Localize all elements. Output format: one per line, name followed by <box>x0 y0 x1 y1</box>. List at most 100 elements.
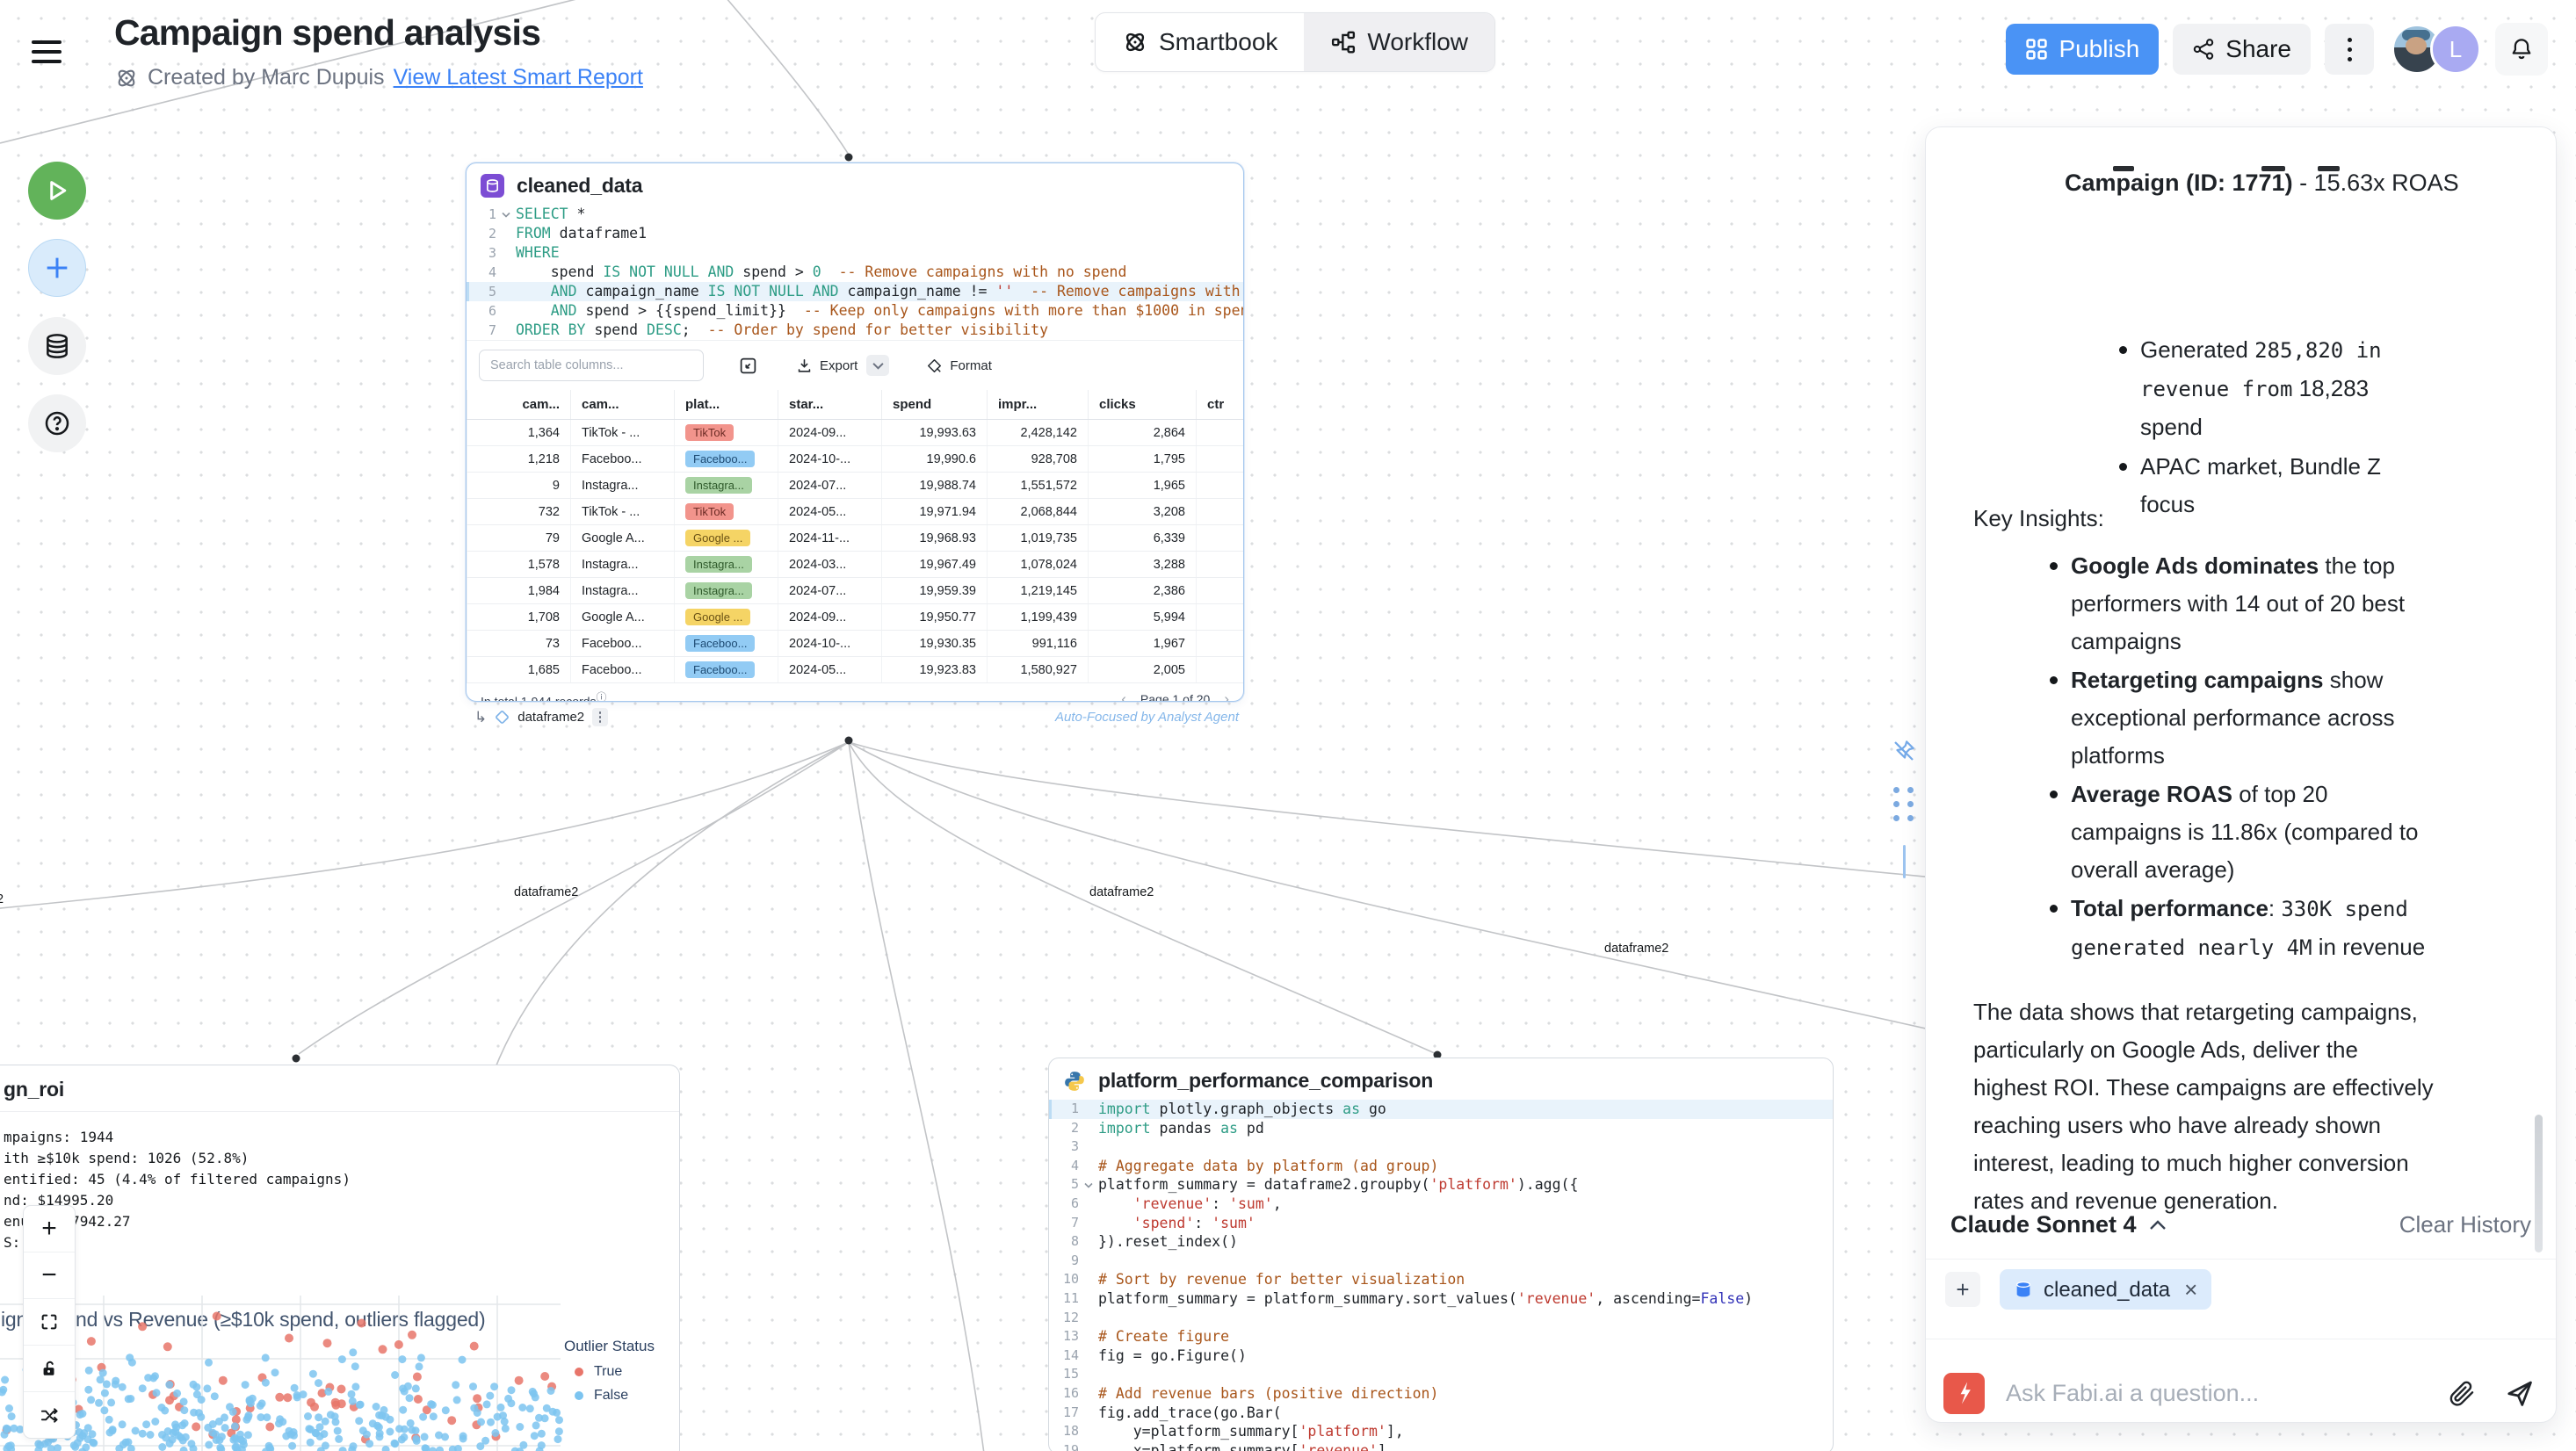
code-line[interactable]: 2import pandas as pd <box>1049 1119 1833 1138</box>
column-header[interactable]: cam... <box>571 390 675 420</box>
unpin-icon[interactable] <box>1891 738 1917 764</box>
fit-view-button[interactable] <box>24 1298 75 1345</box>
result-table[interactable]: cam...cam...plat...star...spendimpr...cl… <box>467 390 1244 683</box>
table-row[interactable]: 9Instagra...Instagra...2024-07...19,988.… <box>467 473 1244 499</box>
search-table-columns-input[interactable] <box>479 350 704 381</box>
table-cell: Faceboo... <box>571 631 675 657</box>
clear-history-button[interactable]: Clear History <box>2399 1206 2531 1244</box>
column-header[interactable]: plat... <box>675 390 778 420</box>
code-line[interactable]: 2FROM dataframe1 <box>467 224 1243 243</box>
code-line[interactable]: 4# Aggregate data by platform (ad group) <box>1049 1157 1833 1176</box>
table-row[interactable]: 1,364TikTok - ...TikTok2024-09...19,993.… <box>467 420 1244 446</box>
notifications-button[interactable] <box>2495 23 2548 76</box>
add-node-button[interactable] <box>28 239 86 297</box>
python-editor[interactable]: 1import plotly.graph_objects as go2impor… <box>1049 1100 1833 1451</box>
send-button[interactable] <box>2500 1374 2538 1412</box>
code-line[interactable]: 6 'revenue': 'sum', <box>1049 1195 1833 1214</box>
table-cell: 2,386 <box>1089 578 1197 604</box>
node-cleaned-data[interactable]: cleaned_data 1SELECT *2FROM dataframe13W… <box>466 162 1244 702</box>
next-page-chevron[interactable]: › <box>1224 690 1229 702</box>
table-row[interactable]: 1,578Instagra...Instagra...2024-03...19,… <box>467 552 1244 578</box>
output-options-icon[interactable] <box>592 708 608 726</box>
code-line[interactable]: 5platform_summary = dataframe2.groupby('… <box>1049 1175 1833 1195</box>
avatar[interactable]: L <box>2430 24 2481 75</box>
menu-icon[interactable] <box>32 39 65 65</box>
attach-file-button[interactable] <box>2443 1375 2480 1411</box>
table-row[interactable]: 1,685Faceboo...Faceboo...2024-05...19,92… <box>467 657 1244 683</box>
code-line[interactable]: 10# Sort by revenue for better visualiza… <box>1049 1270 1833 1289</box>
table-cell: 19,990.6 <box>882 446 988 473</box>
context-chip-cleaned-data[interactable]: cleaned_data × <box>2000 1269 2211 1310</box>
table-row[interactable]: 73Faceboo...Faceboo...2024-10-...19,930.… <box>467 631 1244 657</box>
column-header[interactable]: spend <box>882 390 988 420</box>
export-options-chevron[interactable] <box>866 355 889 376</box>
view-smart-report-link[interactable]: View Latest Smart Report <box>394 65 643 90</box>
code-line[interactable]: 15 <box>1049 1365 1833 1384</box>
code-line[interactable]: 4 spend IS NOT NULL AND spend > 0 -- Rem… <box>467 263 1243 282</box>
data-sources-button[interactable] <box>28 317 86 375</box>
code-line[interactable]: 16# Add revenue bars (positive direction… <box>1049 1384 1833 1404</box>
legend-item-true[interactable]: True <box>564 1364 655 1380</box>
node-campaign-roi[interactable]: gn_roi mpaigns: 1944 ith ≥$10k spend: 10… <box>0 1065 680 1451</box>
code-line[interactable]: 11platform_summary = platform_summary.so… <box>1049 1289 1833 1309</box>
column-header[interactable]: impr... <box>988 390 1089 420</box>
code-line[interactable]: 7ORDER BY spend DESC; -- Order by spend … <box>467 321 1243 340</box>
code-line[interactable]: 9 <box>1049 1252 1833 1271</box>
share-button[interactable]: Share <box>2173 24 2311 75</box>
zoom-out-button[interactable]: − <box>24 1252 75 1298</box>
sql-editor[interactable]: 1SELECT *2FROM dataframe13WHERE4 spend I… <box>467 205 1243 340</box>
code-line[interactable]: 1import plotly.graph_objects as go <box>1049 1100 1833 1119</box>
panel-scrollbar[interactable] <box>2535 1115 2543 1252</box>
chip-label: cleaned_data <box>2044 1271 2170 1309</box>
zoom-in-button[interactable]: + <box>24 1206 75 1252</box>
column-header[interactable]: ctr <box>1197 390 1244 420</box>
column-header[interactable]: clicks <box>1089 390 1197 420</box>
code-line[interactable]: 6 AND spend > {{spend_limit}} -- Keep on… <box>467 301 1243 321</box>
chip-close-icon[interactable]: × <box>2184 1271 2197 1309</box>
code-line[interactable]: 19 x=platform_summary['revenue'], <box>1049 1441 1833 1451</box>
output-dataframe-label[interactable]: dataframe2 <box>517 710 584 725</box>
table-cell: Instagra... <box>571 578 675 604</box>
legend-item-false[interactable]: False <box>564 1388 655 1404</box>
ask-question-input[interactable] <box>2004 1379 2424 1408</box>
table-cell: 1,364 <box>467 420 571 446</box>
export-button[interactable]: Export <box>796 355 889 376</box>
code-line[interactable]: 8}).reset_index() <box>1049 1232 1833 1252</box>
code-line[interactable]: 14fig = go.Figure() <box>1049 1346 1833 1366</box>
table-cell: Instagra... <box>675 552 778 578</box>
panel-drag-handle[interactable] <box>1893 787 1914 822</box>
code-line[interactable]: 3WHERE <box>467 243 1243 263</box>
code-line[interactable]: 5 AND campaign_name IS NOT NULL AND camp… <box>467 282 1243 301</box>
table-row[interactable]: 79Google A...Google ...2024-11-...19,968… <box>467 525 1244 552</box>
node-platform-performance-comparison[interactable]: platform_performance_comparison 1import … <box>1048 1058 1834 1451</box>
column-header[interactable]: star... <box>778 390 882 420</box>
table-row[interactable]: 1,708Google A...Google ...2024-09...19,9… <box>467 604 1244 631</box>
publish-button[interactable]: Publish <box>2006 24 2159 75</box>
column-header[interactable]: cam... <box>467 390 571 420</box>
shuffle-button[interactable] <box>24 1391 75 1438</box>
format-button[interactable]: Format <box>926 357 992 374</box>
add-context-button[interactable]: + <box>1945 1272 1980 1307</box>
code-line[interactable]: 1SELECT * <box>467 205 1243 224</box>
code-line[interactable]: 18 y=platform_summary['platform'], <box>1049 1422 1833 1441</box>
code-line[interactable]: 17fig.add_trace(go.Bar( <box>1049 1404 1833 1423</box>
prev-page-chevron[interactable]: ‹ <box>1121 690 1126 702</box>
table-cell: Instagra... <box>571 552 675 578</box>
table-row[interactable]: 1,984Instagra...Instagra...2024-07...19,… <box>467 578 1244 604</box>
run-workflow-button[interactable] <box>28 162 86 220</box>
tab-smartbook[interactable]: Smartbook <box>1096 13 1304 71</box>
model-selector[interactable]: Claude Sonnet 4 <box>1950 1206 2167 1244</box>
lock-button[interactable] <box>24 1345 75 1391</box>
code-line[interactable]: 12 <box>1049 1309 1833 1328</box>
tab-workflow[interactable]: Workflow <box>1304 13 1494 71</box>
help-button[interactable] <box>28 394 86 452</box>
table-row[interactable]: 1,218Faceboo...Faceboo...2024-10-...19,9… <box>467 446 1244 473</box>
more-menu-button[interactable] <box>2325 24 2374 75</box>
auto-focus-note: Auto-Focused by Analyst Agent <box>984 710 1239 725</box>
expand-table-button[interactable] <box>739 357 757 375</box>
code-line[interactable]: 3 <box>1049 1137 1833 1157</box>
code-line[interactable]: 13# Create figure <box>1049 1327 1833 1346</box>
panel-resize-bar[interactable] <box>1903 845 1906 878</box>
code-line[interactable]: 7 'spend': 'sum' <box>1049 1214 1833 1233</box>
table-row[interactable]: 732TikTok - ...TikTok2024-05...19,971.94… <box>467 499 1244 525</box>
